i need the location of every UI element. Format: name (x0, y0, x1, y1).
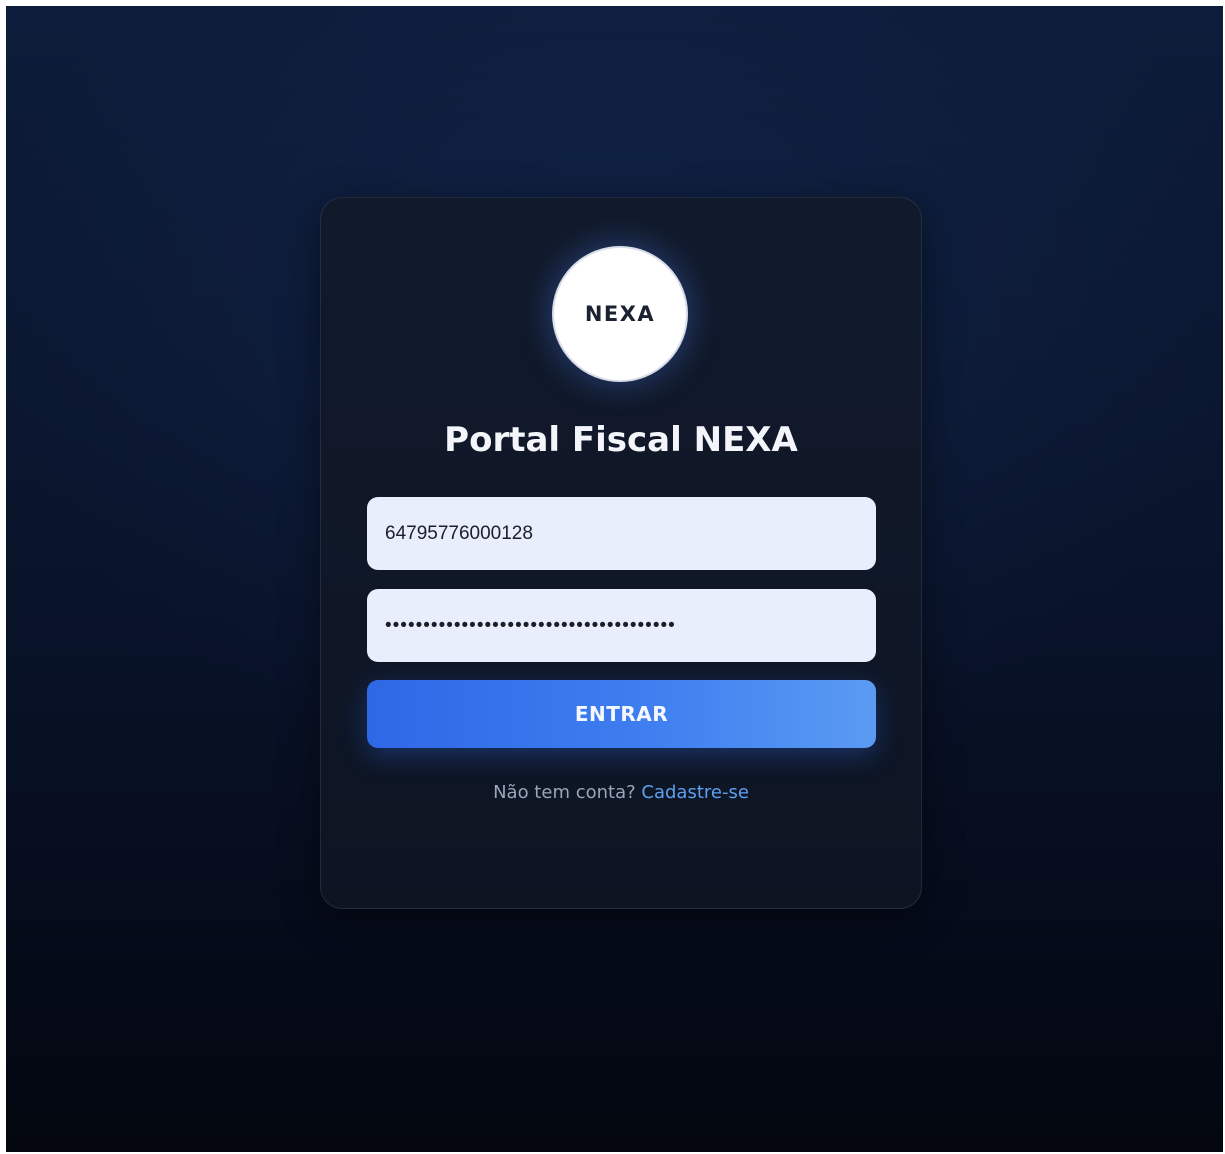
logo-text: NEXA (584, 302, 656, 326)
login-button[interactable]: ENTRAR (367, 680, 876, 748)
login-card: NEXA Portal Fiscal NEXA ENTRAR Não tem c… (320, 197, 922, 909)
password-field[interactable] (367, 589, 876, 662)
page-background: NEXA Portal Fiscal NEXA ENTRAR Não tem c… (6, 6, 1223, 1152)
signup-link[interactable]: Cadastre-se (641, 782, 749, 803)
signup-prompt-row: Não tem conta? Cadastre-se (321, 782, 921, 803)
logo: NEXA (552, 246, 688, 382)
signup-prompt: Não tem conta? (493, 782, 636, 803)
page-title: Portal Fiscal NEXA (444, 420, 798, 460)
username-field[interactable] (367, 497, 876, 570)
